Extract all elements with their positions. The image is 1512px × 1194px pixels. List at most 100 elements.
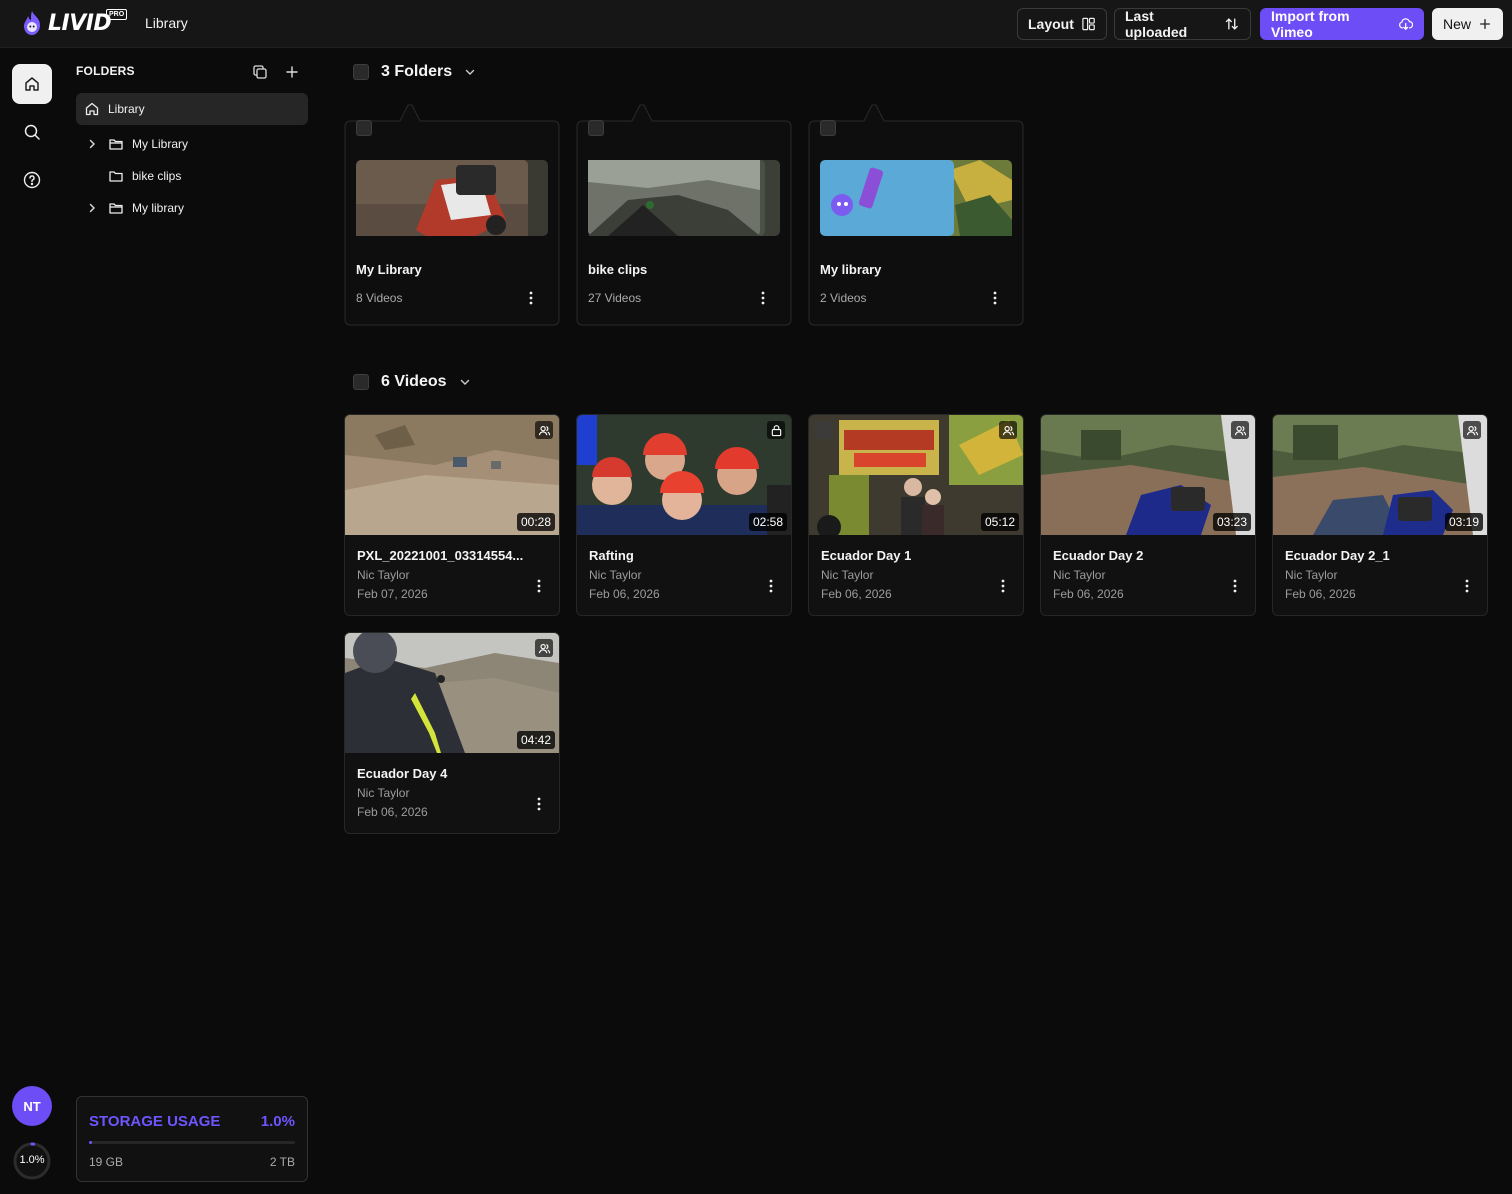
video-menu-button[interactable] bbox=[993, 576, 1013, 596]
tree-item-bike-clips[interactable]: bike clips bbox=[76, 160, 308, 192]
import-vimeo-button[interactable]: Import from Vimeo bbox=[1260, 8, 1424, 40]
folder-icon bbox=[109, 171, 123, 182]
more-vertical-icon bbox=[1465, 579, 1469, 593]
videos-count-title: 6 Videos bbox=[381, 373, 447, 390]
storage-usage-label: STORAGE USAGE bbox=[89, 1113, 221, 1130]
select-all-folders-checkbox[interactable] bbox=[353, 64, 369, 80]
rail-home-button[interactable] bbox=[12, 64, 52, 104]
user-avatar[interactable]: NT bbox=[12, 1086, 52, 1126]
video-title[interactable]: PXL_20221001_03314554... bbox=[357, 548, 547, 563]
video-card[interactable]: 05:12 Ecuador Day 1 Nic Taylor Feb 06, 2… bbox=[808, 414, 1024, 616]
more-vertical-icon bbox=[761, 291, 765, 305]
video-duration: 05:12 bbox=[980, 513, 1019, 531]
folder-thumbnail-stack bbox=[820, 160, 1012, 236]
rail-search-button[interactable] bbox=[12, 112, 52, 152]
folder-open-icon bbox=[109, 203, 123, 214]
sort-button-label: Last uploaded bbox=[1125, 8, 1188, 40]
storage-progress-fill bbox=[89, 1141, 93, 1144]
folder-menu-button[interactable] bbox=[753, 288, 773, 308]
video-duration: 00:28 bbox=[516, 513, 555, 531]
tree-item-library[interactable]: Library bbox=[76, 93, 308, 125]
app-logo[interactable]: LIVID PRO bbox=[20, 8, 130, 38]
new-button[interactable]: New bbox=[1432, 8, 1503, 40]
folder-card[interactable]: My library 2 Videos bbox=[808, 104, 1024, 326]
tree-item-my-library-2[interactable]: My library bbox=[76, 192, 308, 224]
folder-menu-button[interactable] bbox=[521, 288, 541, 308]
video-card[interactable]: 02:58 Rafting Nic Taylor Feb 06, 2026 bbox=[576, 414, 792, 616]
video-menu-button[interactable] bbox=[529, 576, 549, 596]
video-badge bbox=[999, 421, 1017, 439]
tree-item-label: bike clips bbox=[132, 169, 182, 183]
folder-name: bike clips bbox=[588, 262, 648, 277]
video-title[interactable]: Rafting bbox=[589, 548, 779, 563]
video-menu-button[interactable] bbox=[1457, 576, 1477, 596]
copy-folder-button[interactable] bbox=[250, 62, 270, 82]
video-title[interactable]: Ecuador Day 1 bbox=[821, 548, 1011, 563]
video-thumbnail[interactable]: 04:42 bbox=[345, 633, 559, 753]
video-menu-button[interactable] bbox=[529, 794, 549, 814]
video-badge bbox=[1463, 421, 1481, 439]
folder-select-checkbox[interactable] bbox=[356, 120, 372, 136]
flame-logo-icon bbox=[24, 11, 40, 35]
video-select-checkbox[interactable] bbox=[815, 421, 833, 439]
video-card[interactable]: 03:19 Ecuador Day 2_1 Nic Taylor Feb 06,… bbox=[1272, 414, 1488, 616]
chevron-right-icon[interactable] bbox=[86, 202, 98, 214]
video-thumbnail[interactable]: 03:19 bbox=[1273, 415, 1487, 535]
folder-select-checkbox[interactable] bbox=[820, 120, 836, 136]
folder-video-count: 27 Videos bbox=[588, 291, 642, 305]
storage-used: 19 GB bbox=[89, 1155, 124, 1169]
video-menu-button[interactable] bbox=[1225, 576, 1245, 596]
folders-heading: FOLDERS bbox=[76, 64, 135, 78]
video-thumbnail[interactable]: 05:12 bbox=[809, 415, 1023, 535]
search-icon bbox=[24, 124, 40, 140]
video-menu-button[interactable] bbox=[761, 576, 781, 596]
video-date: Feb 06, 2026 bbox=[357, 805, 428, 819]
more-vertical-icon bbox=[537, 579, 541, 593]
video-badge bbox=[535, 421, 553, 439]
video-title[interactable]: Ecuador Day 2 bbox=[1053, 548, 1243, 563]
help-circle-icon bbox=[23, 171, 41, 189]
more-vertical-icon bbox=[529, 291, 533, 305]
home-icon bbox=[25, 77, 39, 91]
storage-progress-bar bbox=[89, 1141, 295, 1144]
folder-video-count: 8 Videos bbox=[356, 291, 403, 305]
video-card[interactable]: 00:28 PXL_20221001_03314554... Nic Taylo… bbox=[344, 414, 560, 616]
home-icon bbox=[85, 102, 99, 116]
shared-users-icon bbox=[538, 425, 550, 435]
folder-video-count: 2 Videos bbox=[820, 291, 867, 305]
sort-arrows-icon bbox=[1226, 18, 1239, 30]
sort-button[interactable]: Last uploaded bbox=[1114, 8, 1251, 40]
video-card[interactable]: 03:23 Ecuador Day 2 Nic Taylor Feb 06, 2… bbox=[1040, 414, 1256, 616]
video-title[interactable]: Ecuador Day 4 bbox=[357, 766, 547, 781]
video-owner: Nic Taylor bbox=[357, 568, 410, 582]
video-date: Feb 06, 2026 bbox=[821, 587, 892, 601]
select-all-videos-checkbox[interactable] bbox=[353, 374, 369, 390]
tree-item-my-library[interactable]: My Library bbox=[76, 128, 308, 160]
folders-count-title: 3 Folders bbox=[381, 63, 453, 80]
chevron-down-icon[interactable] bbox=[459, 376, 471, 388]
video-title[interactable]: Ecuador Day 2_1 bbox=[1285, 548, 1475, 563]
shared-users-icon bbox=[1466, 425, 1478, 435]
folder-select-checkbox[interactable] bbox=[588, 120, 604, 136]
shared-users-icon bbox=[1002, 425, 1014, 435]
video-thumbnail[interactable]: 02:58 bbox=[577, 415, 791, 535]
layout-button[interactable]: Layout bbox=[1017, 8, 1107, 40]
video-thumbnail[interactable]: 00:28 bbox=[345, 415, 559, 535]
layout-button-label: Layout bbox=[1028, 16, 1074, 32]
folder-card[interactable]: bike clips 27 Videos bbox=[576, 104, 792, 326]
folder-menu-button[interactable] bbox=[985, 288, 1005, 308]
chevron-right-icon[interactable] bbox=[86, 138, 98, 150]
folder-card[interactable]: My Library 8 Videos bbox=[344, 104, 560, 326]
add-folder-button[interactable] bbox=[282, 62, 302, 82]
video-badge bbox=[1231, 421, 1249, 439]
video-duration: 03:23 bbox=[1212, 513, 1251, 531]
folders-section-header: 3 Folders bbox=[353, 61, 476, 83]
tree-item-label: My library bbox=[132, 201, 185, 215]
tree-item-label: Library bbox=[108, 102, 145, 116]
rail-help-button[interactable] bbox=[12, 160, 52, 200]
video-thumbnail[interactable]: 03:23 bbox=[1041, 415, 1255, 535]
video-card[interactable]: 04:42 Ecuador Day 4 Nic Taylor Feb 06, 2… bbox=[344, 632, 560, 834]
chevron-down-icon[interactable] bbox=[464, 66, 476, 78]
logo-wordmark: LIVID bbox=[48, 10, 112, 36]
top-bar: LIVID PRO Library Layout Last uploaded I… bbox=[0, 0, 1512, 48]
